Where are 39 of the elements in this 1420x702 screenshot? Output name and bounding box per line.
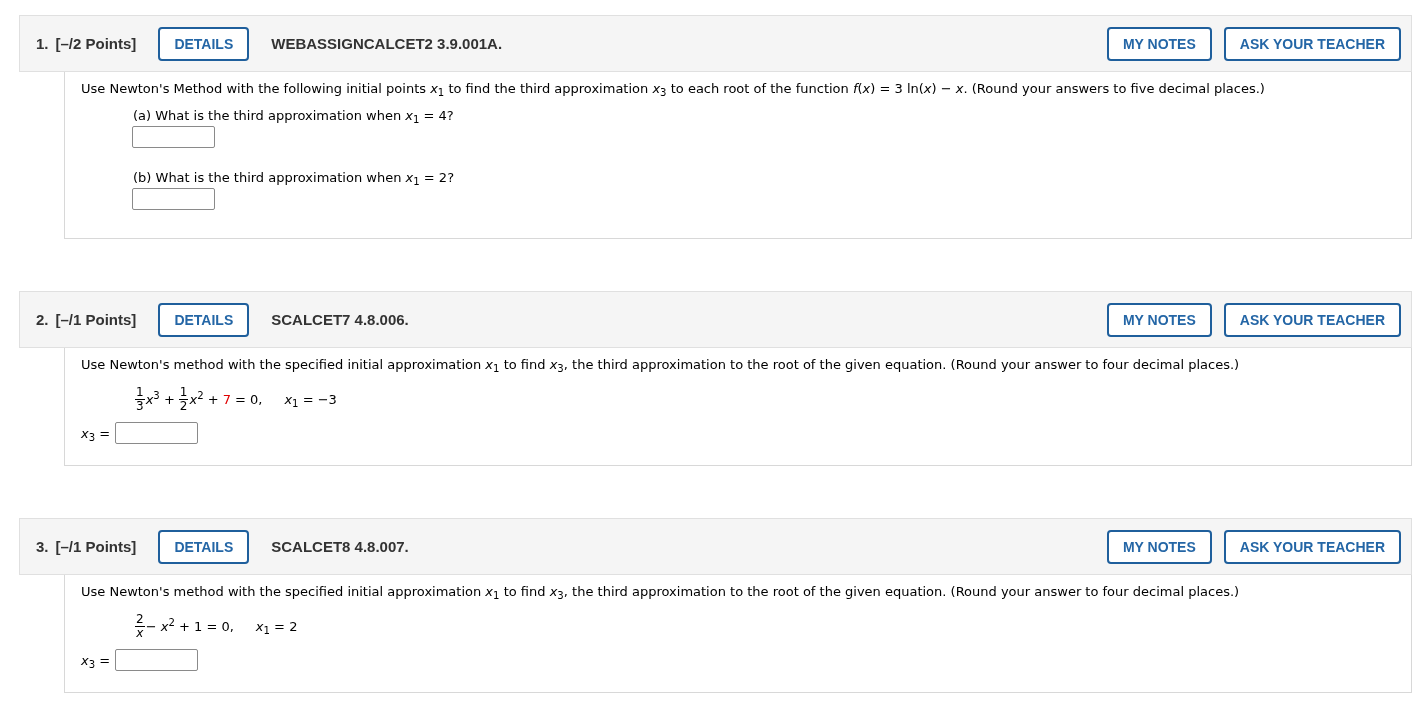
notes-button[interactable]: MY NOTES: [1106, 529, 1212, 564]
answer-field[interactable]: [115, 649, 199, 671]
answer-label: x$_{3}$ =: [81, 424, 111, 442]
points-label: [–/2 Points]: [55, 35, 137, 52]
question-number: 3.: [36, 538, 49, 555]
details-button[interactable]: DETAILS: [158, 302, 250, 337]
prompt-text: Use Newton's Method with the following initial points x$_{1}$ to find the third approximation x$_{3}$ to each root of the function f(x) = 3 ln(x) − x. (Round your answers to five decimal places.): [81, 80, 1266, 97]
problem-id: WEBASSIGNCALCET2 3.9.001A.: [271, 35, 503, 52]
fraction: 1 2: [178, 386, 189, 413]
fraction: 1 3: [135, 386, 145, 413]
ask-teacher-button[interactable]: ASK YOUR TEACHER: [1223, 26, 1401, 61]
notes-button[interactable]: MY NOTES: [1106, 302, 1212, 337]
details-button[interactable]: DETAILS: [158, 26, 250, 61]
equation-text: − x$^{2}$ + 1 = 0,: [145, 618, 234, 635]
problem-id: SCALCET7 4.8.006.: [271, 311, 409, 328]
equation-text: = 0,: [234, 391, 263, 408]
answer-field[interactable]: [132, 126, 215, 148]
equation-text: 7: [222, 391, 231, 408]
ask-teacher-button[interactable]: ASK YOUR TEACHER: [1223, 302, 1401, 337]
equation-text: x$^{2}$ +: [189, 391, 219, 408]
question-number: 2.: [36, 311, 49, 328]
initial-value-text: x$_{1}$ = −3: [284, 391, 337, 408]
prompt-text: Use Newton's method with the specified initial approximation x$_{1}$ to find x$_{3}$, the third approximation to the root of the given equation. (Round your answer to four decimal places.): [81, 356, 1241, 373]
notes-button[interactable]: MY NOTES: [1106, 26, 1212, 61]
part-prompt: (a) What is the third approximation when x$_{1}$ = 4?: [133, 107, 454, 124]
answer-label: x$_{3}$ =: [81, 651, 111, 669]
fraction: 2 x: [135, 613, 145, 640]
ask-teacher-button[interactable]: ASK YOUR TEACHER: [1223, 529, 1401, 564]
details-button[interactable]: DETAILS: [158, 529, 250, 564]
initial-value-text: x$_{1}$ = 2: [255, 618, 298, 635]
problem-id: SCALCET8 4.8.007.: [271, 538, 409, 555]
equation-text: x$^{3}$ +: [145, 391, 175, 408]
answer-field[interactable]: [132, 188, 215, 210]
part-prompt: (b) What is the third approximation when x$_{1}$ = 2?: [133, 169, 455, 186]
points-label: [–/1 Points]: [55, 311, 137, 328]
points-label: [–/1 Points]: [55, 538, 137, 555]
question-number: 1.: [36, 35, 49, 52]
prompt-text: Use Newton's method with the specified initial approximation x$_{1}$ to find x$_{3}$, the third approximation to the root of the given equation. (Round your answer to four decimal places.): [81, 583, 1241, 600]
answer-field[interactable]: [115, 422, 199, 444]
